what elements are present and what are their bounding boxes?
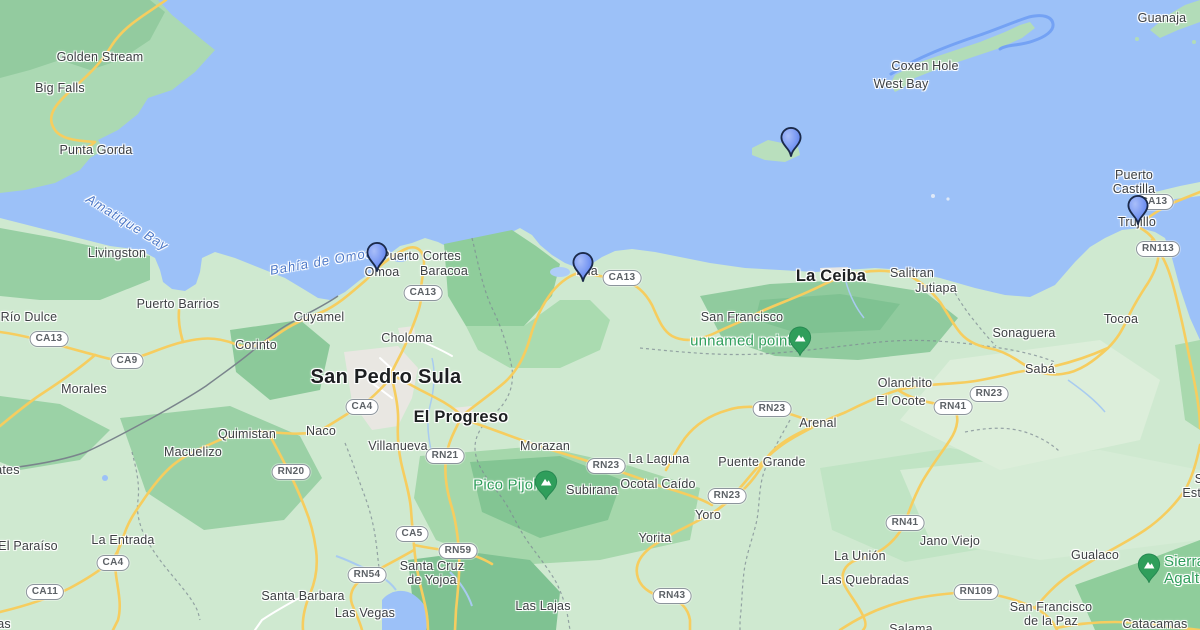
road-badge-rn41: RN41 [886, 515, 925, 531]
poi-pin-pico-pijol[interactable] [534, 470, 558, 500]
place-label-puerto-barrios[interactable]: Puerto Barrios [137, 297, 220, 311]
saved-pin-tela[interactable] [572, 252, 594, 283]
road-badge-ca13: CA13 [404, 285, 443, 301]
place-label-sab[interactable]: Sabá [1025, 362, 1055, 376]
road-badge-rn109: RN109 [954, 584, 999, 600]
poi-label-unnamed-point[interactable]: unnamed point [690, 334, 792, 351]
place-label-morazan[interactable]: Morazan [520, 439, 570, 453]
road-badge-rn41: RN41 [934, 399, 973, 415]
place-label-catacamas[interactable]: Catacamas [1122, 617, 1187, 630]
place-label-las-lajas[interactable]: Las Lajas [515, 599, 570, 613]
place-label-san-francisco[interactable]: San Francisco [701, 310, 784, 324]
place-label-choloma[interactable]: Choloma [381, 331, 432, 345]
place-label-big-falls[interactable]: Big Falls [35, 81, 85, 95]
place-label-las-vegas[interactable]: Las Vegas [335, 606, 395, 620]
road-badge-ca9: CA9 [111, 353, 144, 369]
poi-label-pico-pijol[interactable]: Pico Pijol [473, 478, 537, 495]
place-label-el-ocote[interactable]: El Ocote [876, 394, 926, 408]
place-label-el-progreso[interactable]: El Progreso [414, 408, 509, 426]
place-label-puente-grande[interactable]: Puente Grande [718, 455, 805, 469]
place-label-punta-gorda[interactable]: Punta Gorda [59, 143, 132, 157]
place-label-guanaja[interactable]: Guanaja [1138, 11, 1187, 25]
mountain-pin-icon [1137, 553, 1161, 583]
pin-icon [780, 127, 802, 158]
water-label-bah-a-de-omoa: Bahía de Omoa [269, 246, 375, 279]
poi-pin-unnamed-point[interactable] [788, 326, 812, 356]
place-label-la-uni-n[interactable]: La Unión [834, 549, 886, 563]
pin-icon [1127, 195, 1149, 226]
place-label-puerto-castilla[interactable]: Puerto Castilla [1101, 168, 1167, 196]
place-label-macuelizo[interactable]: Macuelizo [164, 445, 222, 459]
place-label-el-para-so[interactable]: El Paraíso [0, 539, 58, 553]
place-label-la-ceiba[interactable]: La Ceiba [796, 267, 866, 285]
place-label-la-entrada[interactable]: La Entrada [91, 533, 154, 547]
place-label-sonaguera[interactable]: Sonaguera [993, 326, 1056, 340]
pin-icon [572, 252, 594, 283]
place-label-san-francisco-de-la-paz[interactable]: San Francisco de la Paz [1010, 600, 1093, 628]
place-label-gualaco[interactable]: Gualaco [1071, 548, 1119, 562]
place-label-morales[interactable]: Morales [61, 382, 107, 396]
place-label-west-bay[interactable]: West Bay [874, 77, 929, 91]
road-badge-rn54: RN54 [348, 567, 387, 583]
road-badge-ca13: CA13 [30, 331, 69, 347]
place-label-villanueva[interactable]: Villanueva [368, 439, 427, 453]
place-label-baracoa[interactable]: Baracoa [420, 264, 468, 278]
place-label-las-quebradas[interactable]: Las Quebradas [821, 573, 909, 587]
place-label-corinto[interactable]: Corinto [235, 338, 277, 352]
road-badge-ca4: CA4 [97, 555, 130, 571]
place-label-livingston[interactable]: Livingston [88, 246, 146, 260]
road-badge-rn113: RN113 [1136, 241, 1180, 257]
pin-icon [366, 242, 388, 273]
place-label-puerto-cortes[interactable]: Puerto Cortes [381, 249, 461, 263]
saved-pin-omoa[interactable] [366, 242, 388, 273]
place-label-yorita[interactable]: Yorita [639, 531, 672, 545]
saved-pin-utila[interactable] [780, 127, 802, 158]
place-label-ocotal-ca-do[interactable]: Ocotal Caído [620, 477, 695, 491]
road-badge-ca13: CA13 [603, 270, 642, 286]
place-label-quimistan[interactable]: Quimistan [218, 427, 276, 441]
place-label-salitran[interactable]: Salitran [890, 266, 934, 280]
road-badge-ca11: CA11 [26, 584, 64, 600]
place-label-san-esteban[interactable]: San Esteban [1182, 472, 1200, 500]
road-badge-rn21: RN21 [426, 448, 465, 464]
place-label-jano-viejo[interactable]: Jano Viejo [920, 534, 980, 548]
road-badge-rn59: RN59 [439, 543, 478, 559]
place-label-la-laguna[interactable]: La Laguna [629, 452, 690, 466]
mountain-pin-icon [534, 470, 558, 500]
road-badge-ca5: CA5 [396, 526, 429, 542]
place-label-golden-stream[interactable]: Golden Stream [57, 50, 144, 64]
place-label-jutiapa[interactable]: Jutiapa [915, 281, 957, 295]
road-badge-rn23: RN23 [587, 458, 626, 474]
label-layer: Golden Stream Big Falls Punta Gorda Livings… [0, 0, 1200, 630]
place-label-santa-barbara[interactable]: Santa Barbara [261, 589, 344, 603]
place-label-salama[interactable]: Salama [889, 622, 933, 630]
road-badge-rn23: RN23 [753, 401, 792, 417]
place-label-cuyamel[interactable]: Cuyamel [294, 310, 345, 324]
place-label-santa-cruz-de-yojoa[interactable]: Santa Cruz de Yojoa [400, 559, 465, 587]
road-badge-rn20: RN20 [272, 464, 311, 480]
road-badge-ca4: CA4 [346, 399, 379, 415]
place-label-arenal[interactable]: Arenal [799, 416, 836, 430]
water-label-amatique-bay: Amatique Bay [83, 192, 171, 254]
place-label-san-pedro-sula[interactable]: San Pedro Sula [311, 366, 462, 388]
road-badge-rn43: RN43 [653, 588, 692, 604]
place-label-tocoa[interactable]: Tocoa [1104, 312, 1138, 326]
saved-pin-trujillo[interactable] [1127, 195, 1149, 226]
place-label-subirana[interactable]: Subirana [566, 483, 618, 497]
place-label-coxen-hole[interactable]: Coxen Hole [891, 59, 958, 73]
poi-pin-sierra-agalta[interactable] [1137, 553, 1161, 583]
poi-label-sierra-agalta[interactable]: Sierra Agalta [1164, 554, 1200, 588]
place-label-los-amates[interactable]: Los Amates [0, 463, 20, 477]
place-label-as[interactable]: as [0, 617, 11, 630]
mountain-pin-icon [788, 326, 812, 356]
place-label-r-o-dulce[interactable]: Río Dulce [1, 310, 58, 324]
place-label-naco[interactable]: Naco [306, 424, 336, 438]
place-label-yoro[interactable]: Yoro [695, 508, 721, 522]
road-badge-rn23: RN23 [708, 488, 747, 504]
road-badge-rn23: RN23 [970, 386, 1009, 402]
place-label-olanchito[interactable]: Olanchito [878, 376, 933, 390]
map-canvas[interactable]: Golden Stream Big Falls Punta Gorda Livings… [0, 0, 1200, 630]
